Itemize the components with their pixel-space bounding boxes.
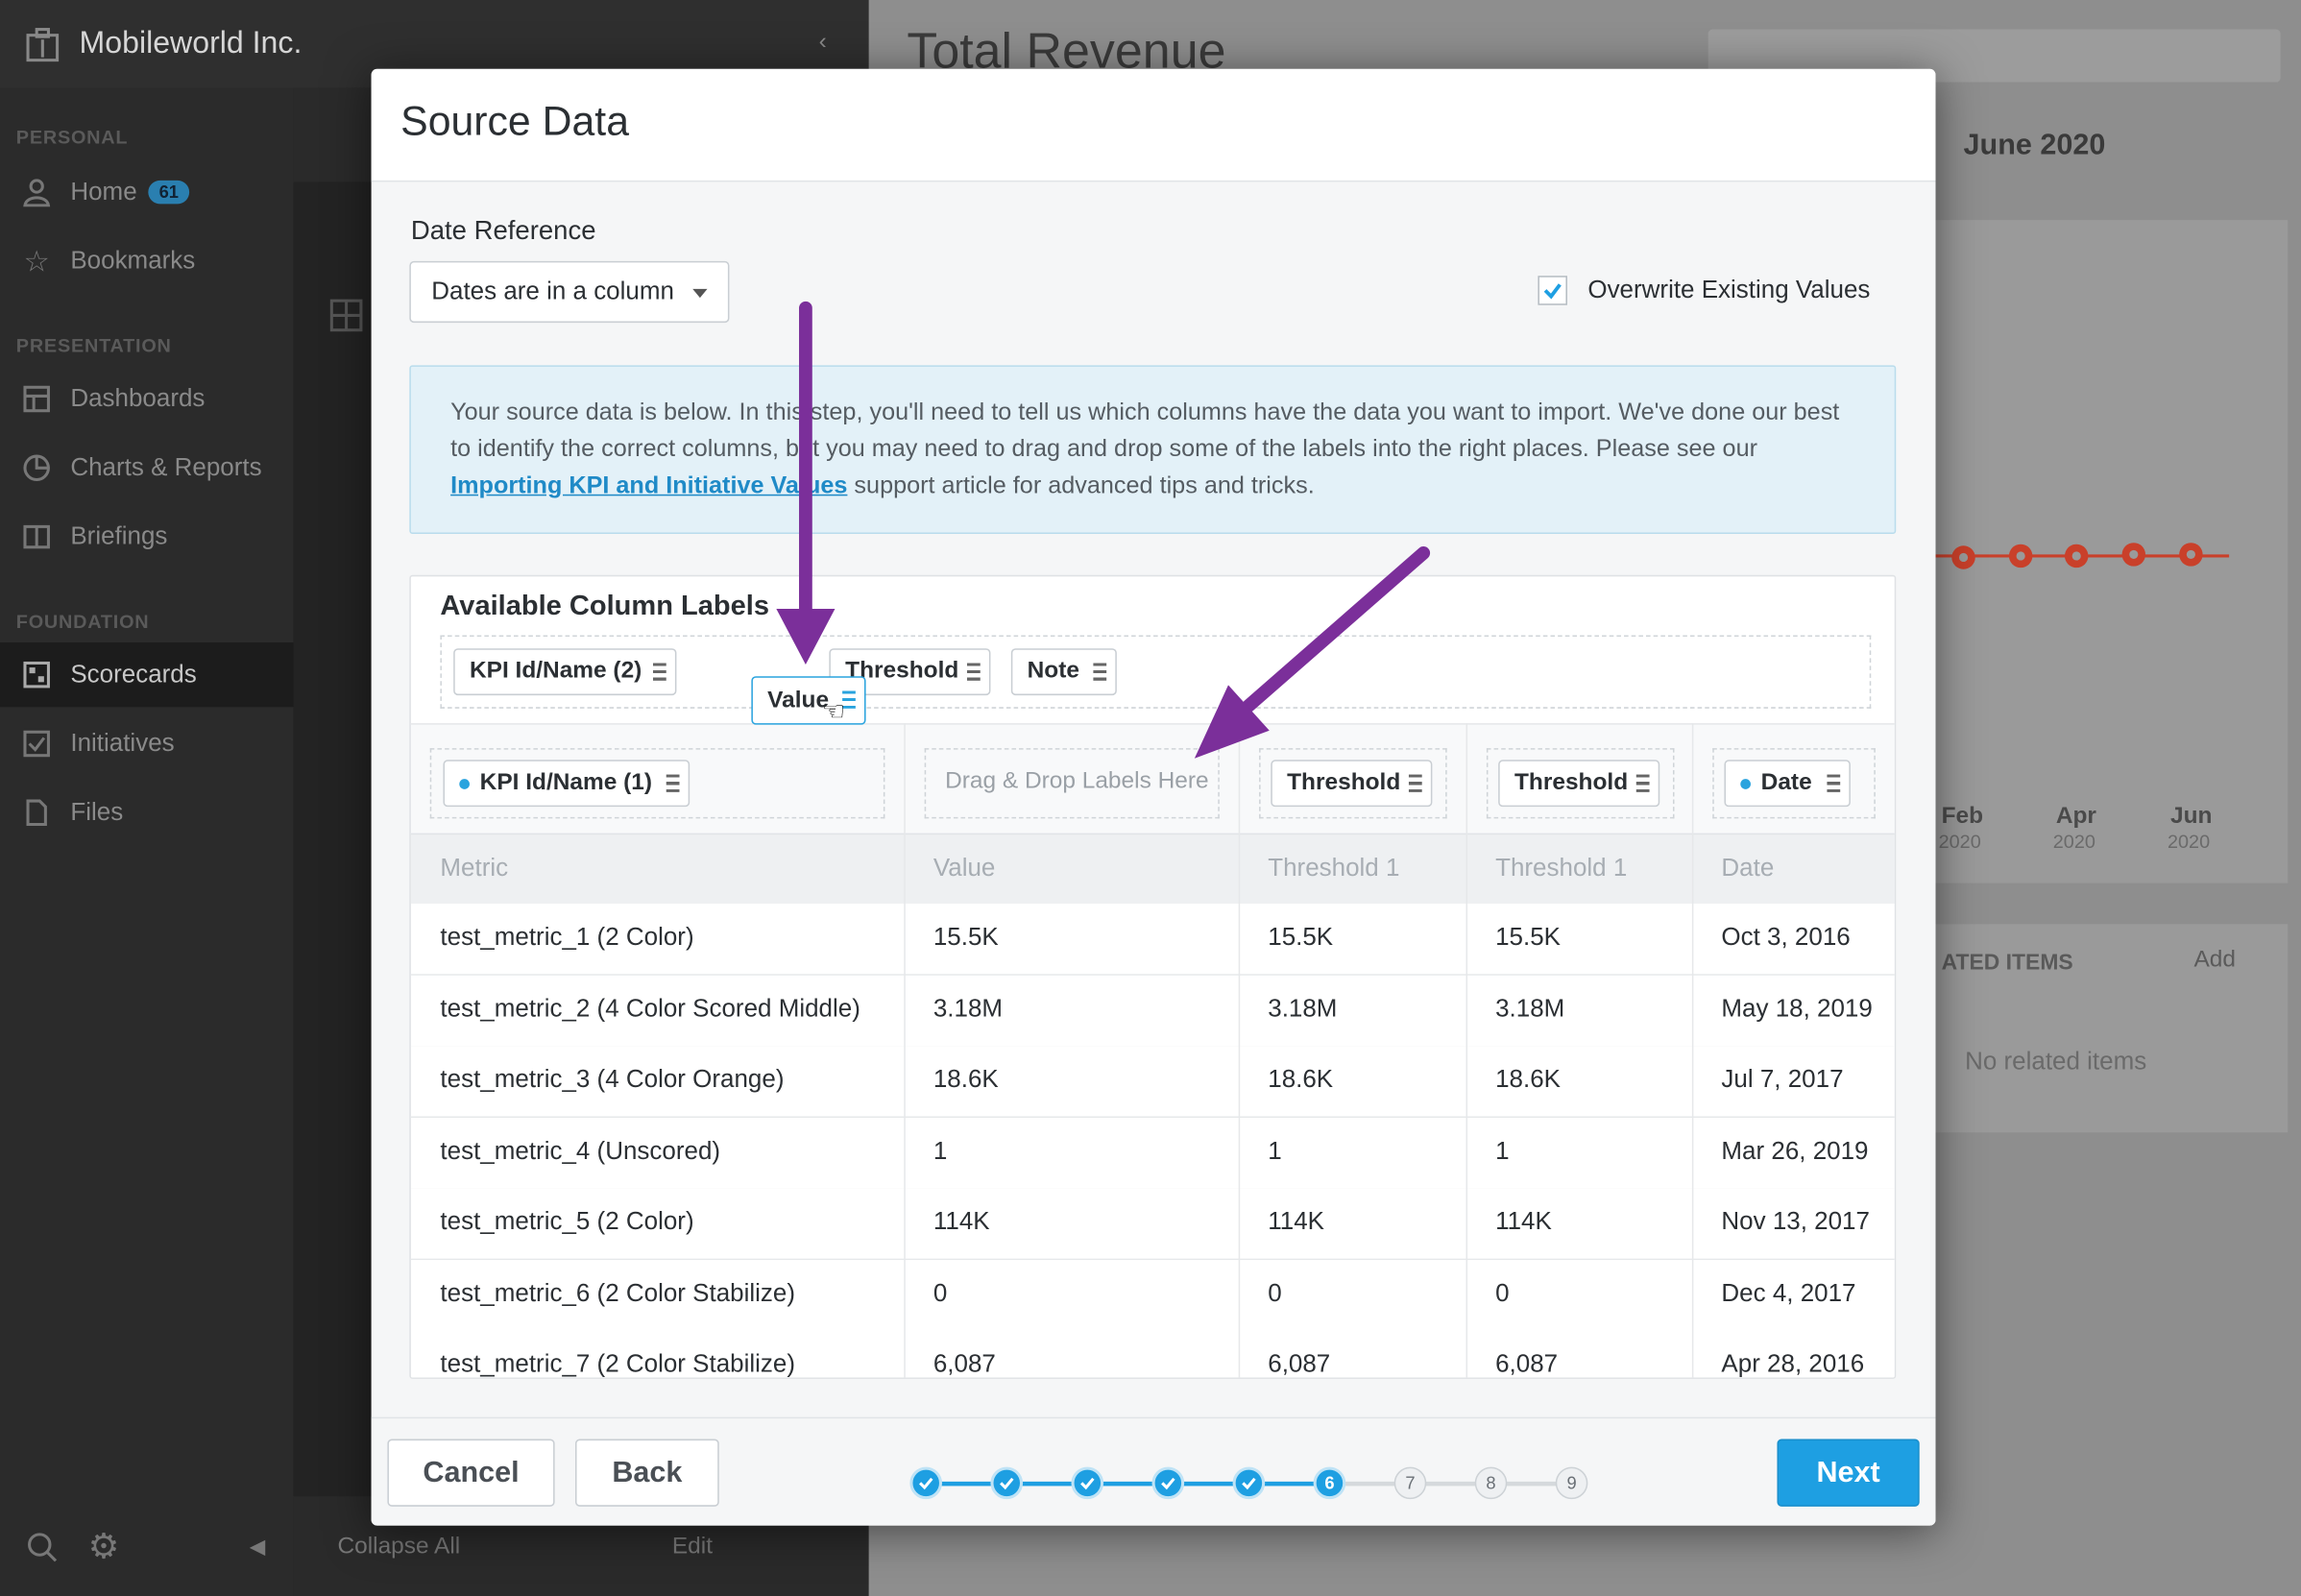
sidebar-item-dashboards[interactable]: Dashboards <box>0 367 294 431</box>
background-chart <box>1935 543 2230 569</box>
building-icon <box>23 26 61 71</box>
axis-year: 2020 <box>2052 830 2095 853</box>
sidebar-item-label: Briefings <box>70 521 168 550</box>
sidebar-item-label: Scorecards <box>70 660 197 689</box>
home-count-badge: 61 <box>148 180 189 205</box>
section-presentation: PRESENTATION <box>15 334 172 357</box>
edit-button[interactable]: Edit <box>672 1535 713 1560</box>
step-6: 6 <box>1313 1466 1346 1500</box>
step-8: 8 <box>1474 1466 1508 1500</box>
sidebar: Mobileworld Inc. ‹ PERSONAL Home 61 ☆ Bo… <box>0 0 869 1596</box>
related-items-card: ATED ITEMS Add No related items <box>1935 924 2289 1133</box>
add-related-button[interactable]: Add <box>2193 948 2236 974</box>
period-selector[interactable]: June 2020 <box>1964 129 2106 162</box>
sidebar-item-label: Home <box>70 177 137 206</box>
book-icon <box>20 520 53 553</box>
scorecard-icon <box>20 659 53 691</box>
search-icon[interactable] <box>27 1532 60 1571</box>
arrow-down-head <box>776 608 836 665</box>
back-button[interactable]: Back <box>574 1439 719 1507</box>
sidebar-item-label: Charts & Reports <box>70 453 262 482</box>
sidebar-item-files[interactable]: Files <box>0 781 294 845</box>
axis-month: Jun <box>2170 804 2213 830</box>
arrow-diagonal <box>1242 546 1431 713</box>
sidebar-item-label: Initiatives <box>70 729 175 758</box>
collapse-all-button[interactable]: Collapse All <box>337 1535 460 1560</box>
step-7: 7 <box>1393 1466 1427 1500</box>
collapse-left-icon[interactable]: ◀ <box>250 1535 265 1560</box>
sidebar-item-initiatives[interactable]: Initiatives <box>0 712 294 776</box>
source-data-modal: Source Data Date Reference Dates are in … <box>371 68 1936 1526</box>
step-2 <box>990 1466 1024 1500</box>
step-5 <box>1232 1466 1266 1500</box>
grid-icon <box>328 298 364 340</box>
pie-chart-icon <box>20 451 53 484</box>
axis-month: Feb <box>1941 804 1984 830</box>
sidebar-item-charts[interactable]: Charts & Reports <box>0 436 294 500</box>
dashboard-icon <box>20 383 53 416</box>
file-icon <box>20 796 53 829</box>
sidebar-item-label: Bookmarks <box>70 246 196 275</box>
checkbox-icon <box>20 728 53 761</box>
step-1 <box>909 1466 943 1500</box>
sidebar-item-bookmarks[interactable]: ☆ Bookmarks <box>0 229 294 293</box>
user-icon <box>20 176 53 208</box>
check-icon <box>1242 1477 1256 1490</box>
sidebar-item-scorecards[interactable]: Scorecards <box>0 642 294 708</box>
chart-card: Feb 2020 Apr 2020 Jun 2020 <box>1935 220 2289 883</box>
step-3 <box>1071 1466 1104 1500</box>
sidebar-item-label: Files <box>70 798 124 827</box>
step-9: 9 <box>1555 1466 1588 1500</box>
check-icon <box>1080 1477 1095 1490</box>
axis-year: 2020 <box>2167 830 2211 853</box>
gear-icon[interactable]: ⚙ <box>88 1526 120 1568</box>
section-personal: PERSONAL <box>15 126 129 149</box>
cancel-button[interactable]: Cancel <box>387 1439 555 1507</box>
axis-month: Apr <box>2055 804 2096 830</box>
sidebar-item-home[interactable]: Home 61 <box>0 160 294 225</box>
sidebar-item-label: Dashboards <box>70 384 206 413</box>
star-icon: ☆ <box>23 245 50 278</box>
no-related-text: No related items <box>1965 1047 2147 1076</box>
sidebar-item-briefings[interactable]: Briefings <box>0 504 294 568</box>
annotation-arrows <box>776 301 1431 759</box>
check-icon <box>1161 1477 1175 1490</box>
related-items-title: ATED ITEMS <box>1941 950 2073 976</box>
check-icon <box>1000 1477 1014 1490</box>
step-4 <box>1151 1466 1185 1500</box>
modal-footer: Cancel Back 6 7 8 9 Next <box>371 1416 1936 1526</box>
next-button[interactable]: Next <box>1777 1439 1920 1507</box>
collapse-chevron-icon[interactable]: ‹ <box>819 30 827 56</box>
check-icon <box>919 1477 933 1490</box>
axis-year: 2020 <box>1938 830 1981 853</box>
section-foundation: FOUNDATION <box>15 610 150 633</box>
org-name: Mobileworld Inc. <box>79 26 303 60</box>
